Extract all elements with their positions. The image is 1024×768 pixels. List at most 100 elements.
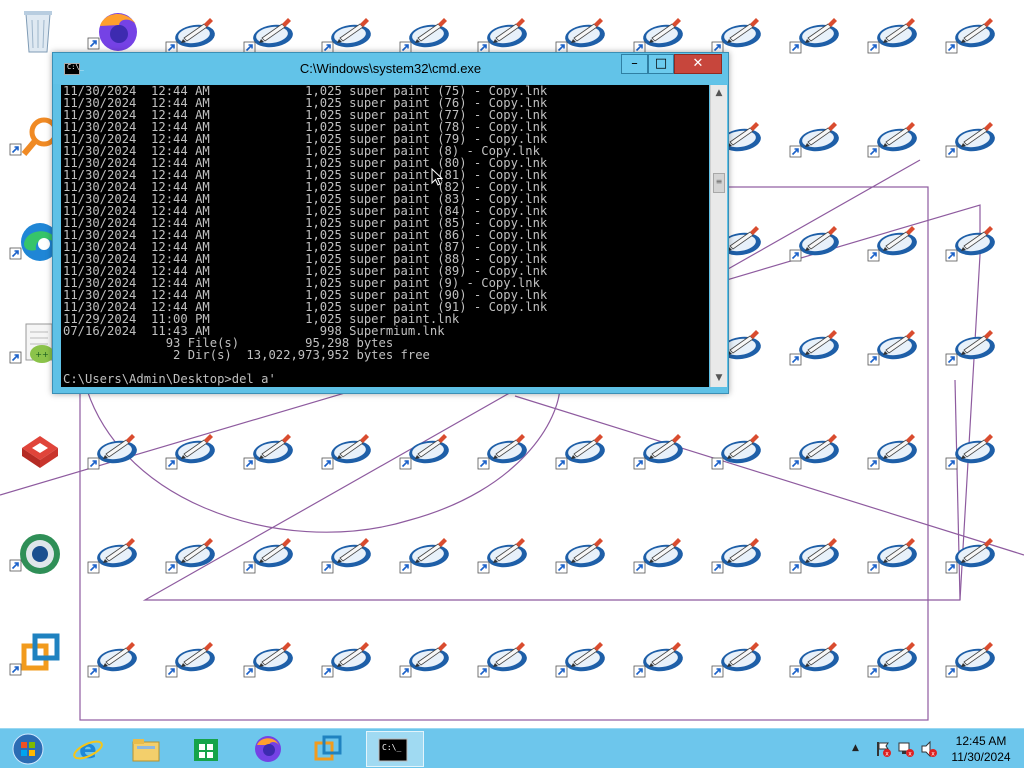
super-paint-shortcut-icon[interactable] [632,528,692,584]
taskbar-store-button[interactable] [180,731,232,767]
super-paint-shortcut-icon[interactable] [866,8,926,64]
svg-text:e: e [79,735,97,765]
super-paint-shortcut-icon[interactable] [944,216,1004,272]
super-paint-shortcut-icon[interactable] [242,424,302,480]
super-paint-shortcut-icon [945,226,995,262]
minimize-button[interactable]: – [621,54,648,74]
super-paint-shortcut-icon[interactable] [944,112,1004,168]
super-paint-shortcut-icon[interactable] [944,528,1004,584]
super-paint-shortcut-icon[interactable] [788,216,848,272]
svg-text:C:\_: C:\_ [382,743,401,752]
super-paint-shortcut-icon[interactable] [788,112,848,168]
super-paint-shortcut-icon[interactable] [164,632,224,688]
super-paint-shortcut-icon[interactable] [866,424,926,480]
super-paint-shortcut-icon [555,538,605,574]
super-paint-shortcut-icon[interactable] [398,528,458,584]
taskbar-explorer-button[interactable] [120,731,172,767]
chrome-like-shortcut-icon [9,534,60,574]
super-paint-shortcut-icon[interactable] [398,424,458,480]
super-paint-shortcut-icon [789,642,839,678]
super-paint-shortcut-icon[interactable] [788,424,848,480]
chrome-like-shortcut-icon[interactable] [8,526,68,582]
super-paint-shortcut-icon[interactable] [164,528,224,584]
super-paint-shortcut-icon[interactable] [710,528,770,584]
close-button[interactable]: ✕ [674,54,722,74]
red-box-app-shortcut-icon[interactable] [8,422,68,478]
taskbar-vmware-button[interactable] [302,731,354,767]
scroll-up-arrow[interactable]: ▲ [711,85,727,102]
super-paint-shortcut-icon[interactable] [944,632,1004,688]
super-paint-shortcut-icon[interactable] [476,424,536,480]
super-paint-shortcut-icon[interactable] [788,320,848,376]
super-paint-shortcut-icon[interactable] [554,424,614,480]
super-paint-shortcut-icon [321,642,371,678]
taskbar: e C:\_ ▲ x x x 12:45 AM 11/30/2024 [0,728,1024,768]
super-paint-shortcut-icon[interactable] [86,528,146,584]
super-paint-shortcut-icon[interactable] [788,8,848,64]
console-line: 2 Dir(s) 13,022,973,952 bytes free [63,348,430,362]
super-paint-shortcut-icon[interactable] [710,632,770,688]
super-paint-shortcut-icon[interactable] [476,528,536,584]
super-paint-shortcut-icon [789,330,839,366]
super-paint-shortcut-icon [945,122,995,158]
super-paint-shortcut-icon[interactable] [86,632,146,688]
super-paint-shortcut-icon [945,642,995,678]
super-paint-shortcut-icon [789,538,839,574]
super-paint-shortcut-icon [789,18,839,54]
clock-time[interactable]: 12:45 AM [944,734,1018,748]
vmware-shortcut-icon[interactable] [8,630,68,686]
super-paint-shortcut-icon [711,642,761,678]
volume-icon[interactable]: x [920,740,938,758]
super-paint-shortcut-icon[interactable] [866,216,926,272]
super-paint-shortcut-icon [165,538,215,574]
maximize-button[interactable]: □ [648,54,674,74]
super-paint-shortcut-icon[interactable] [788,528,848,584]
super-paint-shortcut-icon[interactable] [866,320,926,376]
scroll-thumb[interactable]: ≡ [713,173,725,193]
store-icon [194,739,218,761]
super-paint-shortcut-icon[interactable] [86,424,146,480]
super-paint-shortcut-icon [867,330,917,366]
console-output[interactable]: 11/30/2024 12:44 AM 1,025 super paint (7… [61,85,709,387]
taskbar-ie-button[interactable]: e [62,731,114,767]
super-paint-shortcut-icon[interactable] [320,632,380,688]
network-icon[interactable]: x [897,740,915,758]
super-paint-shortcut-icon[interactable] [320,528,380,584]
start-orb-icon [12,733,44,765]
super-paint-shortcut-icon[interactable] [944,424,1004,480]
taskbar-firefox-button[interactable] [242,731,294,767]
start-button[interactable] [2,731,54,767]
clock-date[interactable]: 11/30/2024 [944,750,1018,764]
super-paint-shortcut-icon[interactable] [944,8,1004,64]
super-paint-shortcut-icon[interactable] [242,528,302,584]
super-paint-shortcut-icon [711,434,761,470]
cmd-window[interactable]: C:\_ C:\Windows\system32\cmd.exe – □ ✕ 1… [52,52,729,394]
super-paint-shortcut-icon[interactable] [866,112,926,168]
action-center-flag-icon[interactable]: x [874,740,892,758]
super-paint-shortcut-icon[interactable] [164,424,224,480]
scroll-down-arrow[interactable]: ▼ [711,370,727,387]
super-paint-shortcut-icon[interactable] [866,528,926,584]
vertical-scrollbar[interactable]: ▲ ≡ ▼ [710,85,727,387]
super-paint-shortcut-icon [243,434,293,470]
super-paint-shortcut-icon [867,642,917,678]
super-paint-shortcut-icon [555,434,605,470]
super-paint-shortcut-icon[interactable] [554,528,614,584]
super-paint-shortcut-icon[interactable] [710,424,770,480]
show-hidden-icons-button[interactable]: ▲ [852,743,859,753]
super-paint-shortcut-icon[interactable] [398,632,458,688]
super-paint-shortcut-icon[interactable] [788,632,848,688]
super-paint-shortcut-icon[interactable] [320,424,380,480]
super-paint-shortcut-icon[interactable] [866,632,926,688]
super-paint-shortcut-icon[interactable] [554,632,614,688]
super-paint-shortcut-icon[interactable] [632,424,692,480]
cmd-titlebar[interactable]: C:\_ C:\Windows\system32\cmd.exe – □ ✕ [53,53,728,84]
super-paint-shortcut-icon[interactable] [632,632,692,688]
taskbar-cmd-button[interactable]: C:\_ [366,731,424,767]
super-paint-shortcut-icon [867,434,917,470]
super-paint-shortcut-icon[interactable] [476,632,536,688]
vmware-shortcut-icon [9,633,60,676]
super-paint-shortcut-icon[interactable] [242,632,302,688]
super-paint-shortcut-icon[interactable] [944,320,1004,376]
super-paint-shortcut-icon [945,538,995,574]
